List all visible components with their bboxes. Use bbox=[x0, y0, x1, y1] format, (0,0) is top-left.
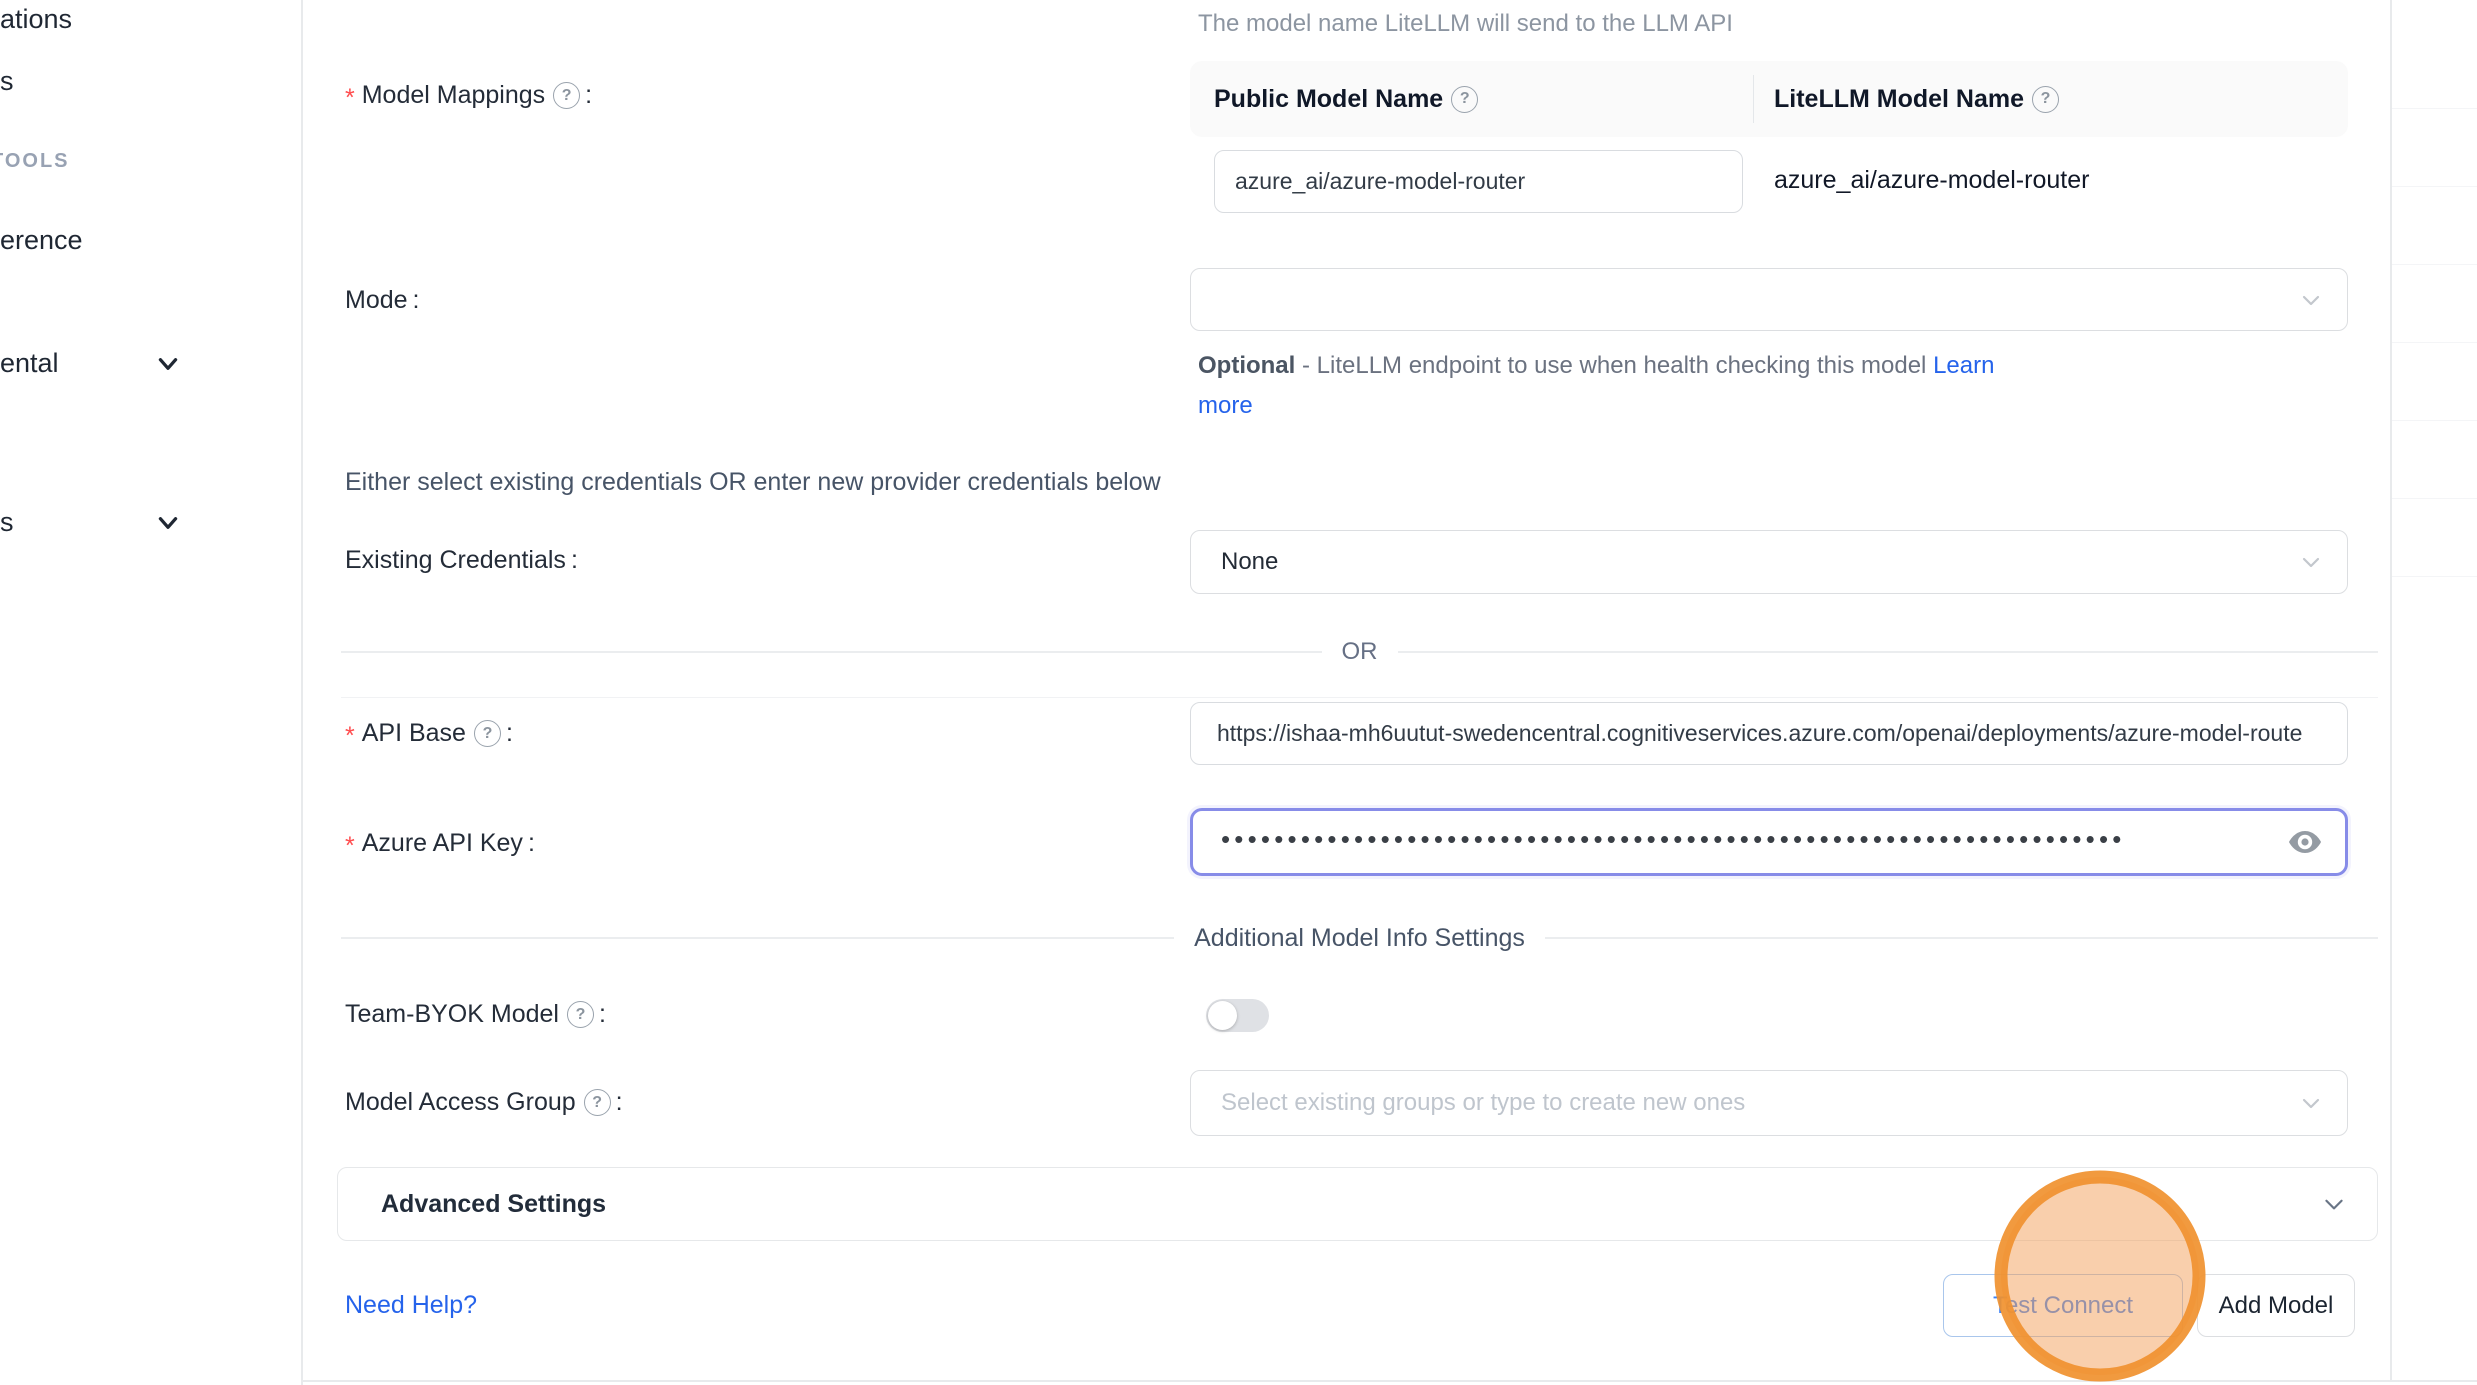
model-mappings-label: * Model Mappings ? : bbox=[345, 78, 592, 113]
sidebar-section-tools: TOOLS bbox=[0, 150, 70, 173]
existing-credentials-value: None bbox=[1221, 548, 1278, 576]
table-column-divider bbox=[1753, 75, 1754, 123]
help-icon[interactable]: ? bbox=[567, 1001, 594, 1028]
model-name-note: The model name LiteLLM will send to the … bbox=[1198, 10, 1733, 38]
learn-more-link[interactable]: more bbox=[1198, 392, 1253, 419]
team-byok-toggle[interactable] bbox=[1206, 999, 1269, 1032]
or-divider-text: OR bbox=[1342, 638, 1378, 666]
chevron-down-icon bbox=[2321, 1191, 2347, 1217]
background-row-line bbox=[2392, 108, 2477, 109]
toggle-knob bbox=[1208, 1001, 1237, 1030]
column-header-public-model-name: Public Model Name ? bbox=[1214, 85, 1754, 114]
help-icon[interactable]: ? bbox=[553, 82, 580, 109]
content-bottom-border bbox=[302, 1380, 2477, 1382]
advanced-settings-title: Advanced Settings bbox=[381, 1190, 606, 1219]
chevron-down-icon bbox=[2299, 1091, 2323, 1115]
sidebar-item-settings[interactable]: s bbox=[0, 507, 14, 538]
sidebar: ations s TOOLS erence ental s bbox=[0, 0, 301, 1385]
api-base-label: * API Base ? : bbox=[345, 716, 513, 751]
model-access-group-label: Model Access Group ? : bbox=[345, 1088, 623, 1117]
additional-info-divider: Additional Model Info Settings bbox=[341, 922, 2378, 954]
model-access-group-placeholder: Select existing groups or type to create… bbox=[1221, 1089, 1745, 1117]
model-mappings-table-header: Public Model Name ? LiteLLM Model Name ? bbox=[1190, 61, 2348, 137]
background-row-line bbox=[2392, 420, 2477, 421]
content-right-border bbox=[2390, 0, 2392, 1381]
team-byok-label: Team-BYOK Model ? : bbox=[345, 1000, 606, 1029]
litellm-model-name-value: azure_ai/azure-model-router bbox=[1774, 166, 2089, 195]
sidebar-item-label: erence bbox=[0, 225, 83, 255]
mode-select[interactable] bbox=[1190, 268, 2348, 331]
required-asterisk: * bbox=[345, 722, 355, 751]
chevron-down-icon[interactable] bbox=[155, 351, 181, 377]
or-divider: OR bbox=[341, 636, 2378, 668]
toggle-password-visibility-button[interactable] bbox=[2287, 827, 2323, 857]
need-help-link[interactable]: Need Help? bbox=[345, 1291, 477, 1320]
sidebar-item-organizations[interactable]: ations bbox=[0, 4, 72, 35]
chevron-down-icon[interactable] bbox=[155, 510, 181, 536]
help-icon[interactable]: ? bbox=[584, 1089, 611, 1116]
azure-api-key-label: * Azure API Key : bbox=[345, 826, 535, 861]
add-model-button[interactable]: Add Model bbox=[2197, 1274, 2355, 1337]
azure-api-key-input[interactable]: ••••••••••••••••••••••••••••••••••••••••… bbox=[1190, 808, 2348, 876]
test-connect-button[interactable]: Test Connect bbox=[1943, 1274, 2183, 1337]
learn-more-link[interactable]: Learn bbox=[1933, 352, 1994, 379]
mode-helper-text: Optional - LiteLLM endpoint to use when … bbox=[1198, 352, 1994, 380]
api-base-input[interactable] bbox=[1190, 702, 2348, 765]
background-row-line bbox=[2392, 186, 2477, 187]
divider-line bbox=[1545, 937, 2378, 939]
sidebar-item-experimental[interactable]: ental bbox=[0, 348, 59, 379]
sidebar-item-reference[interactable]: erence bbox=[0, 225, 83, 256]
sidebar-item-label: s bbox=[0, 507, 14, 537]
required-asterisk: * bbox=[345, 84, 355, 113]
add-model-screen: ations s TOOLS erence ental s The model … bbox=[0, 0, 2477, 1385]
masked-api-key-value: ••••••••••••••••••••••••••••••••••••••••… bbox=[1221, 824, 2141, 855]
eye-icon bbox=[2287, 828, 2323, 856]
divider-line bbox=[341, 937, 1174, 939]
mode-label: Mode : bbox=[345, 286, 420, 315]
background-row-line bbox=[2392, 498, 2477, 499]
sidebar-item-label: s bbox=[0, 66, 14, 96]
public-model-name-input[interactable] bbox=[1214, 150, 1743, 213]
model-access-group-select[interactable]: Select existing groups or type to create… bbox=[1190, 1070, 2348, 1136]
background-row-line bbox=[2392, 264, 2477, 265]
sidebar-item[interactable]: s bbox=[0, 66, 14, 97]
existing-credentials-select[interactable]: None bbox=[1190, 530, 2348, 594]
divider-line bbox=[1398, 651, 2379, 653]
sidebar-item-label: ations bbox=[0, 4, 72, 34]
advanced-settings-panel[interactable]: Advanced Settings bbox=[337, 1167, 2378, 1241]
background-row-line bbox=[2392, 576, 2477, 577]
additional-info-divider-text: Additional Model Info Settings bbox=[1194, 924, 1525, 953]
background-row-line bbox=[2392, 342, 2477, 343]
divider-line bbox=[341, 651, 1322, 653]
help-icon[interactable]: ? bbox=[2032, 86, 2059, 113]
existing-credentials-label: Existing Credentials : bbox=[345, 546, 578, 575]
help-icon[interactable]: ? bbox=[1451, 86, 1478, 113]
section-divider bbox=[341, 697, 2378, 698]
sidebar-content-divider bbox=[301, 0, 303, 1385]
mode-helper-text-line2: more bbox=[1198, 392, 1253, 420]
chevron-down-icon bbox=[2299, 288, 2323, 312]
required-asterisk: * bbox=[345, 832, 355, 861]
chevron-down-icon bbox=[2299, 550, 2323, 574]
help-icon[interactable]: ? bbox=[474, 720, 501, 747]
credentials-note: Either select existing credentials OR en… bbox=[345, 468, 1161, 497]
column-header-litellm-model-name: LiteLLM Model Name ? bbox=[1774, 85, 2059, 114]
sidebar-item-label: ental bbox=[0, 348, 59, 378]
